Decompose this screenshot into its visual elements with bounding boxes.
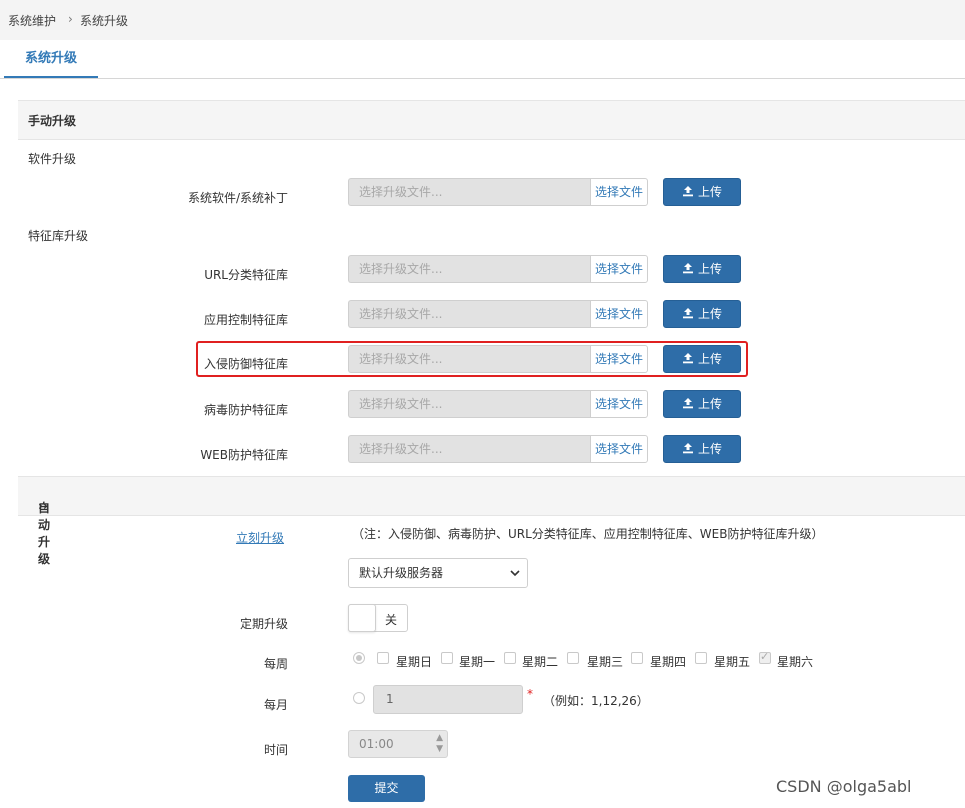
upload-icon	[682, 186, 693, 197]
schedule-toggle[interactable]: 关	[348, 604, 408, 632]
choose-file-button-antivirus[interactable]: 选择文件	[590, 390, 648, 418]
monthly-input[interactable]: 1	[373, 685, 523, 714]
row-label-web-protection: WEB防护特征库	[200, 448, 288, 462]
server-select[interactable]: 默认升级服务器	[348, 558, 528, 588]
upgrade-now-link[interactable]: 立刻升级	[236, 529, 284, 546]
upload-label: 上传	[697, 397, 722, 411]
upload-icon	[682, 443, 693, 454]
breadcrumb-current: 系统升级	[80, 14, 129, 28]
auto-upgrade-header[interactable]: 自动升级 ››	[18, 476, 965, 566]
signature-upgrade-title: 特征库升级	[28, 229, 89, 243]
monthly-radio[interactable]	[353, 692, 365, 704]
submit-button[interactable]: 提交	[348, 775, 425, 802]
day-checkbox-monday[interactable]	[441, 652, 453, 664]
watermark: CSDN @olga5abl	[776, 777, 912, 796]
upload-label: 上传	[697, 185, 722, 199]
row-label-url-category: URL分类特征库	[204, 268, 288, 282]
breadcrumb-parent[interactable]: 系统维护	[8, 12, 56, 29]
day-checkbox-wednesday[interactable]	[567, 652, 579, 664]
choose-file-button-system-software[interactable]: 选择文件	[590, 178, 648, 206]
breadcrumb: 系统维护 › 系统升级	[0, 0, 965, 40]
toggle-text: 关	[385, 613, 398, 627]
day-checkbox-tuesday[interactable]	[504, 652, 516, 664]
upload-icon	[682, 263, 693, 274]
time-input[interactable]: 01:00 ▲ ▼	[348, 730, 448, 758]
chevron-down-icon	[510, 570, 520, 577]
upload-button-web-protection[interactable]: 上传	[663, 435, 741, 463]
upload-label: 上传	[697, 262, 722, 276]
day-checkbox-thursday[interactable]	[631, 652, 643, 664]
upload-icon	[682, 308, 693, 319]
choose-file-button-web-protection[interactable]: 选择文件	[590, 435, 648, 463]
day-checkbox-friday[interactable]	[695, 652, 707, 664]
time-label: 时间	[263, 743, 288, 757]
row-label-antivirus: 病毒防护特征库	[203, 403, 288, 417]
server-select-value: 默认升级服务器	[359, 566, 444, 580]
choose-file-button-app-control[interactable]: 选择文件	[590, 300, 648, 328]
upload-button-antivirus[interactable]: 上传	[663, 390, 741, 418]
day-label-wednesday: 星期三	[587, 655, 624, 669]
day-label-monday: 星期一	[459, 655, 496, 669]
highlight-box	[196, 341, 748, 377]
schedule-label: 定期升级	[239, 617, 288, 631]
day-label-friday: 星期五	[714, 655, 751, 669]
upload-button-system-software[interactable]: 上传	[663, 178, 741, 206]
file-input-web-protection[interactable]: 选择升级文件...	[348, 435, 590, 463]
manual-upgrade-header: 手动升级	[18, 100, 965, 140]
file-input-app-control[interactable]: 选择升级文件...	[348, 300, 590, 328]
toggle-knob	[348, 604, 376, 632]
weekly-radio[interactable]	[353, 652, 365, 664]
breadcrumb-separator-icon: ›	[68, 12, 73, 26]
weekly-label: 每周	[263, 657, 288, 671]
upload-label: 上传	[697, 307, 722, 321]
file-input-url-category[interactable]: 选择升级文件...	[348, 255, 590, 283]
required-mark: *	[527, 687, 533, 701]
double-chevron-right-icon: ››	[38, 499, 48, 513]
tab-system-upgrade[interactable]: 系统升级	[4, 40, 98, 78]
row-label-app-control: 应用控制特征库	[203, 313, 288, 327]
day-checkbox-sunday[interactable]	[377, 652, 389, 664]
upgrade-note: （注：入侵防御、病毒防护、URL分类特征库、应用控制特征库、WEB防护特征库升级…	[352, 527, 824, 541]
day-label-tuesday: 星期二	[522, 655, 559, 669]
upload-label: 上传	[697, 442, 722, 456]
time-value: 01:00	[359, 737, 394, 751]
upload-icon	[682, 398, 693, 409]
choose-file-button-url-category[interactable]: 选择文件	[590, 255, 648, 283]
monthly-example: （例如：1,12,26）	[543, 694, 649, 708]
upload-button-url-category[interactable]: 上传	[663, 255, 741, 283]
tab-bar: 系统升级	[0, 40, 965, 79]
monthly-label: 每月	[263, 698, 288, 712]
day-label-saturday: 星期六	[777, 655, 814, 669]
manual-upgrade-title: 手动升级	[28, 114, 77, 128]
day-checkbox-saturday[interactable]	[759, 650, 771, 664]
row-label-system-software: 系统软件/系统补丁	[187, 191, 288, 205]
day-label-sunday: 星期日	[396, 655, 433, 669]
software-upgrade-title: 软件升级	[28, 152, 77, 166]
spinner-icon[interactable]: ▲ ▼	[436, 733, 443, 755]
upload-button-app-control[interactable]: 上传	[663, 300, 741, 328]
day-label-thursday: 星期四	[650, 655, 687, 669]
file-input-system-software[interactable]: 选择升级文件...	[348, 178, 590, 206]
file-input-antivirus[interactable]: 选择升级文件...	[348, 390, 590, 418]
